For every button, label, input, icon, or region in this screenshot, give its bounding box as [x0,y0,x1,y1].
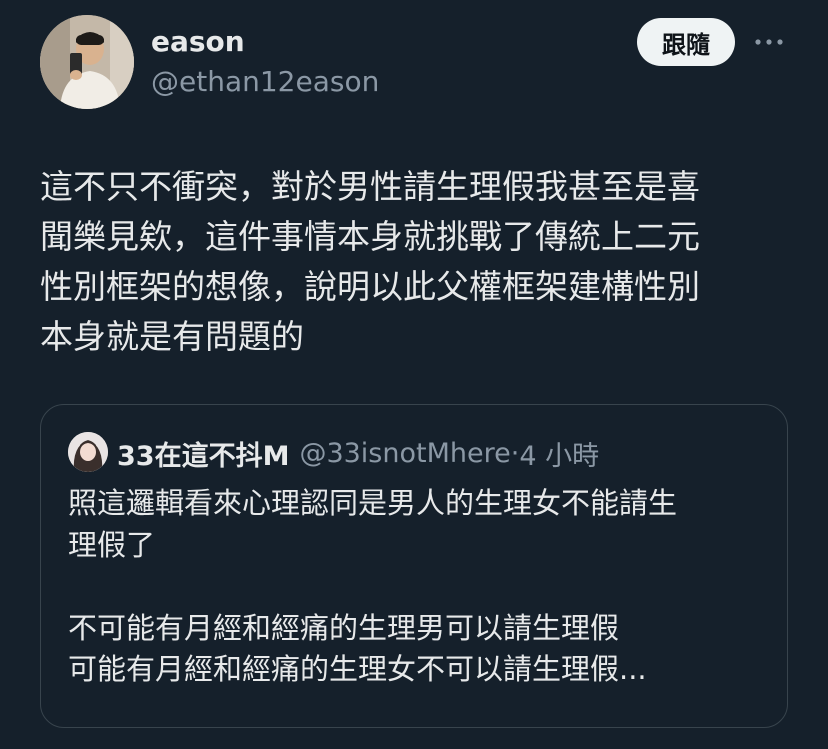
quoted-header: 33在這不抖M @33isnotMhere · 4 小時 [117,433,599,473]
quoted-tweet-card[interactable]: 33在這不抖M @33isnotMhere · 4 小時 照這邏輯看來心理認同是… [40,404,788,728]
avatar[interactable] [40,15,134,109]
quoted-separator: · [510,437,520,469]
author-handle[interactable]: @ethan12eason [151,64,379,100]
quoted-avatar[interactable] [68,432,108,472]
quoted-handle[interactable]: @33isnotMhere [299,438,510,469]
quoted-timestamp[interactable]: 4 小時 [519,434,599,473]
author-display-name[interactable]: eason [151,24,245,60]
profile-photo-icon [40,15,134,109]
follow-button[interactable]: 跟隨 [637,18,735,66]
quoted-profile-photo-icon [68,432,108,472]
quoted-tweet-text: 照這邏輯看來心理認同是男人的生理女不能請生 理假了 不可能有月經和經痛的生理男可… [68,486,678,686]
tweet-text: 這不只不衝突，對於男性請生理假我甚至是喜 聞樂見欸，這件事情本身就挑戰了傳統上二… [40,167,700,356]
more-horizontal-icon[interactable] [752,30,786,54]
quoted-display-name[interactable]: 33在這不抖M [117,434,289,473]
